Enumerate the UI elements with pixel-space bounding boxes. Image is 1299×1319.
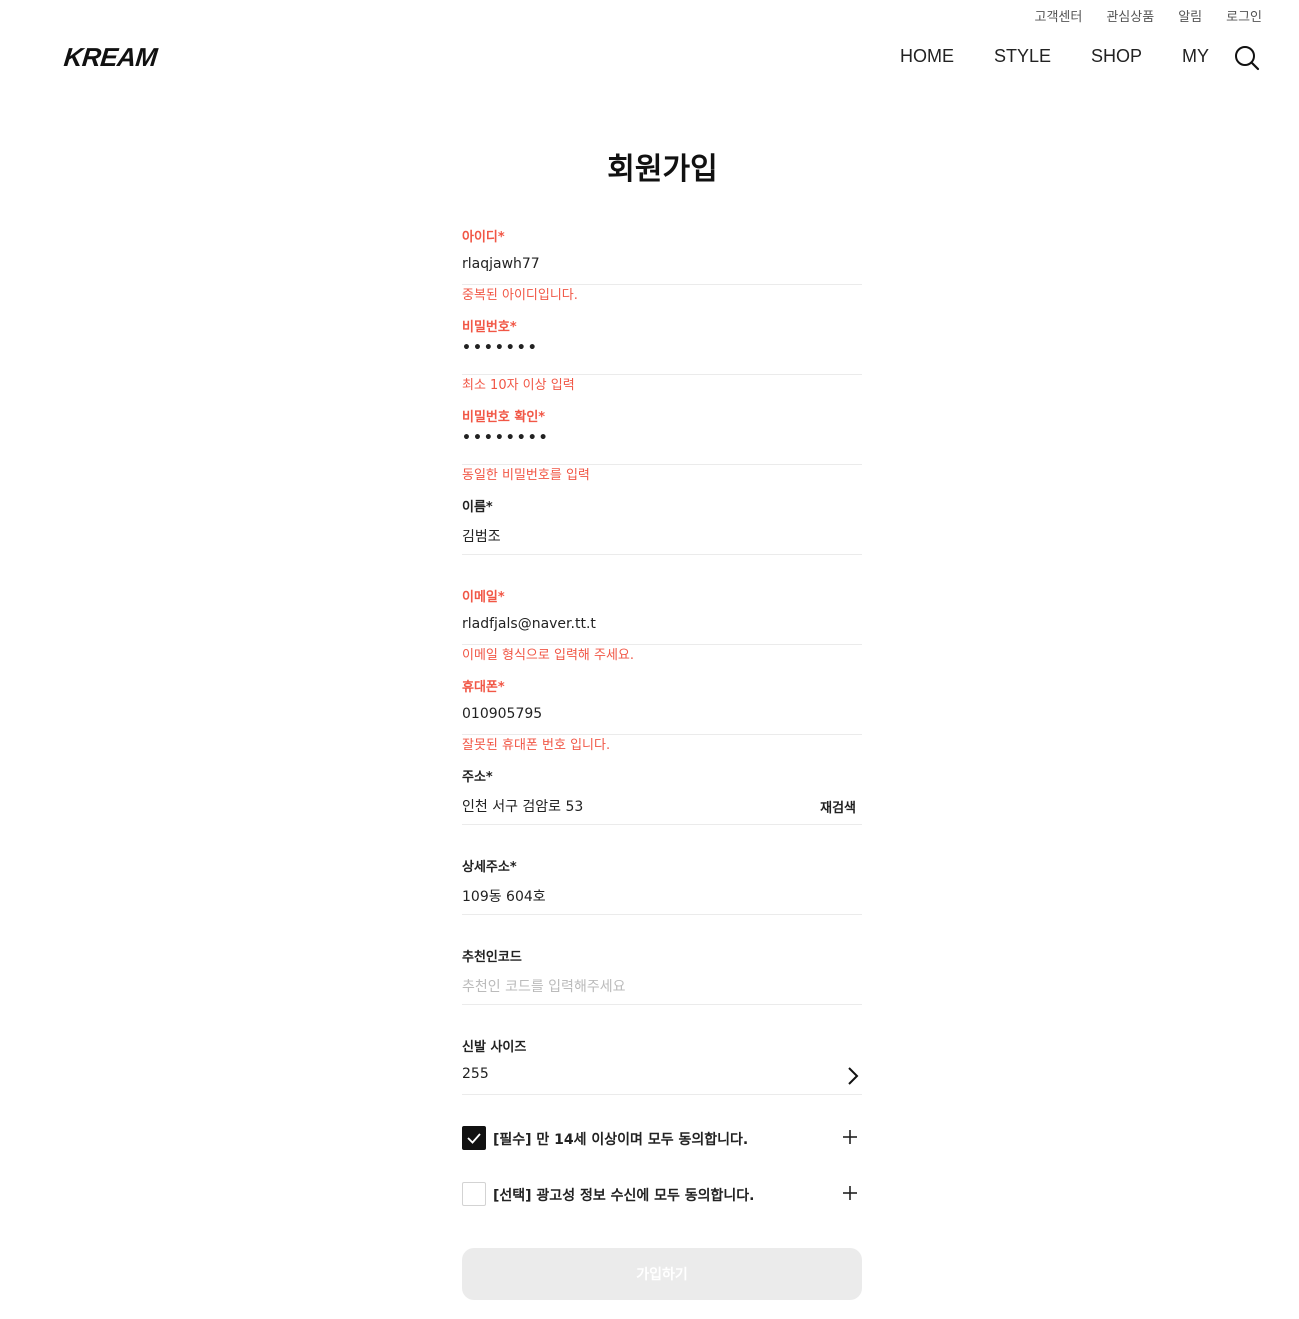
- phone-label: 휴대폰*: [462, 680, 505, 695]
- kream-logo[interactable]: KREAM: [62, 42, 158, 73]
- password-confirm-input[interactable]: ••••••••: [462, 430, 550, 446]
- agreement-optional-text: [선택] 광고성 정보 수신에 모두 동의합니다.: [493, 1188, 755, 1204]
- password-confirm-error-message: 동일한 비밀번호를 입력: [462, 468, 590, 483]
- referral-input[interactable]: 추천인 코드를 입력해주세요: [462, 976, 625, 996]
- address-detail-underline: [462, 914, 862, 915]
- name-underline: [462, 554, 862, 555]
- email-error-message: 이메일 형식으로 입력해 주세요.: [462, 648, 635, 663]
- signup-submit-button[interactable]: 가입하기: [462, 1248, 862, 1300]
- nav-style[interactable]: STYLE: [994, 46, 1051, 67]
- name-input[interactable]: 김범조: [462, 526, 501, 546]
- top-link-wishlist[interactable]: 관심상품: [1106, 6, 1154, 25]
- top-utility-links: 고객센터 관심상품 알림 로그인: [1035, 6, 1263, 25]
- top-link-customer-center[interactable]: 고객센터: [1035, 6, 1083, 25]
- password-confirm-field: 비밀번호 확인* •••••••• 동일한 비밀번호를 입력: [462, 406, 862, 496]
- id-input[interactable]: rlaqjawh77: [462, 256, 540, 272]
- address-underline: [462, 824, 862, 825]
- address-detail-input[interactable]: 109동 604호: [462, 886, 546, 906]
- phone-input[interactable]: 010905795: [462, 706, 542, 722]
- check-icon: [467, 1133, 481, 1144]
- name-field: 이름* 김범조: [462, 496, 862, 586]
- nav-shop[interactable]: SHOP: [1091, 46, 1142, 67]
- address-detail-field: 상세주소* 109동 604호: [462, 856, 862, 946]
- address-research-button[interactable]: 재검색: [820, 797, 856, 816]
- referral-field: 추천인코드 추천인 코드를 입력해주세요: [462, 946, 862, 1036]
- agreement-required-text: [필수] 만 14세 이상이며 모두 동의합니다.: [493, 1132, 749, 1148]
- referral-label: 추천인코드: [462, 950, 522, 965]
- agreement-required-checkbox[interactable]: [462, 1126, 486, 1150]
- nav-my[interactable]: MY: [1182, 46, 1209, 67]
- plus-icon[interactable]: [842, 1185, 858, 1201]
- email-field: 이메일* rladfjals@naver.tt.t 이메일 형식으로 입력해 주…: [462, 586, 862, 676]
- id-label: 아이디*: [462, 230, 505, 245]
- shoe-size-underline: [462, 1094, 862, 1095]
- email-input[interactable]: rladfjals@naver.tt.t: [462, 616, 596, 632]
- shoe-size-select[interactable]: 255: [462, 1066, 489, 1082]
- shoe-size-field: 신발 사이즈 255: [462, 1036, 862, 1126]
- main-nav: HOME STYLE SHOP MY: [900, 46, 1209, 67]
- agreement-optional: [선택] 광고성 정보 수신에 모두 동의합니다.: [462, 1182, 862, 1208]
- chevron-right-icon[interactable]: [846, 1066, 860, 1086]
- password-label: 비밀번호*: [462, 320, 517, 335]
- nav-home[interactable]: HOME: [900, 46, 954, 67]
- agreement-required: [필수] 만 14세 이상이며 모두 동의합니다.: [462, 1126, 862, 1152]
- top-link-login[interactable]: 로그인: [1226, 6, 1262, 25]
- password-error-message: 최소 10자 이상 입력: [462, 378, 575, 393]
- address-label: 주소*: [462, 770, 493, 785]
- email-label: 이메일*: [462, 590, 505, 605]
- id-field: 아이디* rlaqjawh77 중복된 아이디입니다.: [462, 226, 862, 316]
- address-input[interactable]: 인천 서구 검암로 53: [462, 796, 583, 816]
- password-input[interactable]: •••••••: [462, 340, 539, 356]
- address-field: 주소* 인천 서구 검암로 53 재검색: [462, 766, 862, 856]
- plus-icon[interactable]: [842, 1129, 858, 1145]
- signup-page: 고객센터 관심상품 알림 로그인 KREAM HOME STYLE SHOP M…: [0, 0, 1299, 1319]
- top-link-notifications[interactable]: 알림: [1178, 6, 1202, 25]
- phone-error-message: 잘못된 휴대폰 번호 입니다.: [462, 738, 611, 753]
- phone-field: 휴대폰* 010905795 잘못된 휴대폰 번호 입니다.: [462, 676, 862, 766]
- password-field: 비밀번호* ••••••• 최소 10자 이상 입력: [462, 316, 862, 406]
- agreement-optional-checkbox[interactable]: [462, 1182, 486, 1206]
- page-title: 회원가입: [607, 152, 718, 187]
- shoe-size-label: 신발 사이즈: [462, 1040, 527, 1055]
- signup-form: 아이디* rlaqjawh77 중복된 아이디입니다. 비밀번호* ••••••…: [462, 226, 862, 1126]
- id-error-message: 중복된 아이디입니다.: [462, 288, 578, 303]
- password-confirm-label: 비밀번호 확인*: [462, 410, 546, 425]
- search-icon[interactable]: [1233, 44, 1261, 72]
- name-label: 이름*: [462, 500, 493, 515]
- referral-underline: [462, 1004, 862, 1005]
- address-detail-label: 상세주소*: [462, 860, 517, 875]
